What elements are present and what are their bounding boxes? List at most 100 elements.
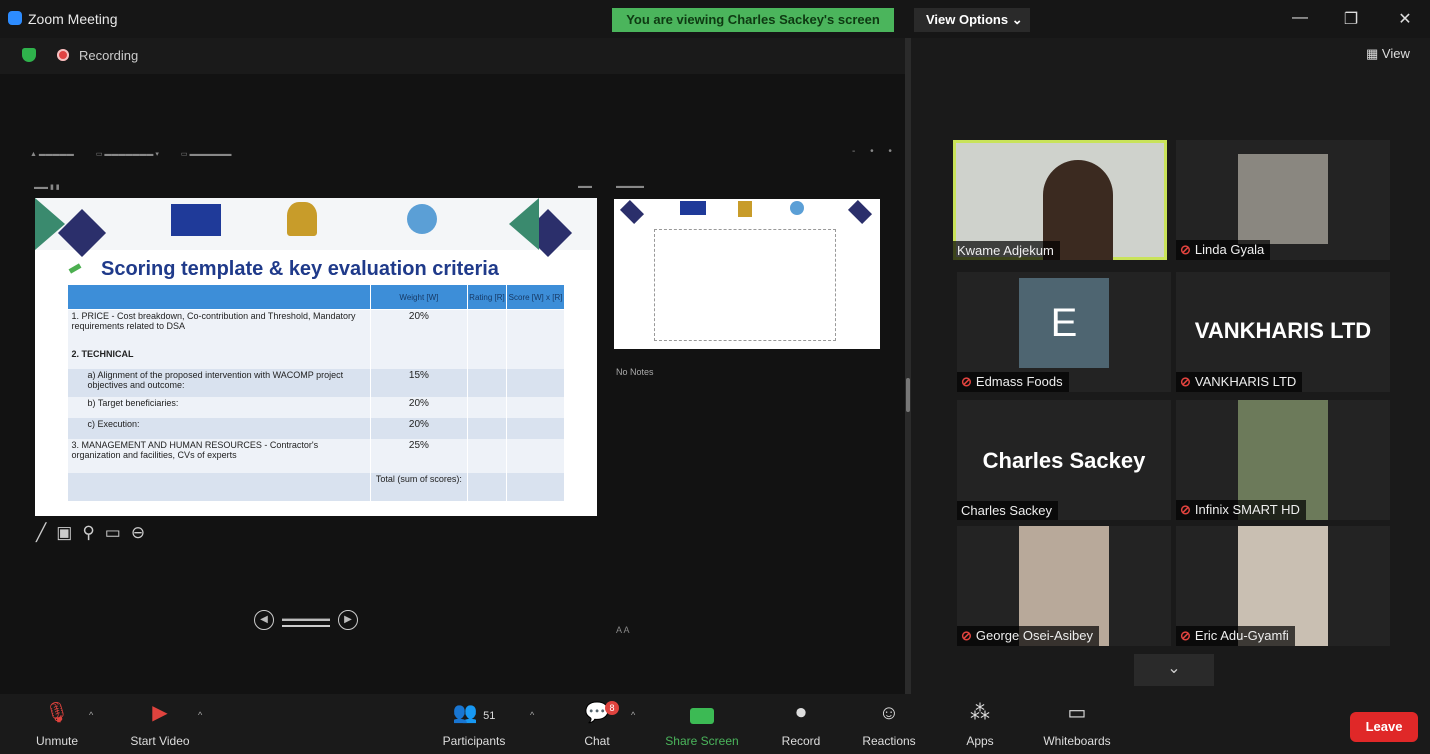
eu-flag-logo — [171, 204, 221, 236]
table-cell — [370, 347, 468, 369]
leave-button[interactable]: Leave — [1350, 712, 1418, 742]
participants-options-caret[interactable]: ^ — [530, 710, 534, 720]
video-tile[interactable]: Kwame Adjekum — [953, 140, 1167, 260]
next-slide-icon[interactable]: ▶ — [338, 610, 358, 630]
table-cell: 3. MANAGEMENT AND HUMAN RESOURCES - Cont… — [67, 438, 371, 473]
participant-name: ⊘ Eric Adu-Gyamfi — [1176, 626, 1295, 646]
apps-icon: ⁂ — [970, 702, 990, 724]
slide-navigation: ◀ ▬▬▬▬▬▬ ▶ — [254, 610, 358, 630]
view-options-button[interactable]: View Options ⌄ — [914, 8, 1030, 32]
pen-icon[interactable]: ╱ — [36, 523, 56, 542]
share-screen-button[interactable]: Share Screen — [660, 694, 744, 748]
restore-icon[interactable]: ❐ — [1336, 9, 1366, 29]
video-tile[interactable]: ⊘ George Osei-Asibey — [957, 526, 1171, 646]
whiteboards-button[interactable]: ▭ Whiteboards — [1034, 694, 1120, 748]
video-tile[interactable]: VANKHARIS LTD ⊘ VANKHARIS LTD — [1176, 272, 1390, 392]
video-tile[interactable]: ⊘ Linda Gyala — [1176, 140, 1390, 260]
resize-handle[interactable] — [906, 378, 910, 412]
screen-icon[interactable]: ▭ — [105, 523, 131, 542]
participant-name: ⊘ Infinix SMART HD — [1176, 500, 1306, 520]
security-shield-icon[interactable] — [22, 48, 36, 62]
window-title: Zoom Meeting — [28, 11, 118, 27]
table-cell: 15% — [370, 368, 468, 397]
table-cell: Total (sum of scores): — [370, 472, 468, 501]
table-cell: b) Target beneficiaries: — [67, 396, 371, 418]
record-icon: ⏺ — [796, 702, 806, 724]
grid-icon: ▦ — [1366, 46, 1382, 61]
slide-number: ▬▬▬▬▬▬ — [282, 614, 330, 627]
participant-name: ⊘ Linda Gyala — [1176, 240, 1271, 260]
slide-title: Scoring template & key evaluation criter… — [101, 258, 499, 280]
avatar: E — [1019, 278, 1109, 368]
meeting-toolbar: 🎙 Unmute ^ ▶ Start Video ^ 👥 51 Participant… — [0, 694, 1430, 754]
recording-icon[interactable] — [57, 49, 69, 61]
video-tile[interactable]: ⊘ Eric Adu-Gyamfi — [1176, 526, 1390, 646]
participant-name: ⊘ George Osei-Asibey — [957, 626, 1099, 646]
participant-name: Kwame Adjekum — [953, 241, 1060, 260]
muted-mic-icon: ⊘ — [1180, 502, 1191, 517]
chat-options-caret[interactable]: ^ — [631, 710, 635, 720]
table-cell: 1. PRICE - Cost breakdown, Co-contributi… — [67, 309, 371, 348]
display-name-large: Charles Sackey — [982, 448, 1146, 473]
un-logo — [407, 204, 437, 234]
table-header: Rating [R] — [466, 284, 508, 310]
title-bar: Zoom Meeting You are viewing Charles Sac… — [0, 0, 1430, 38]
chevron-down-icon: ⌄ — [1167, 660, 1181, 677]
presenter-menu-icon: - • • — [852, 146, 898, 157]
participant-name: ⊘ Edmass Foods — [957, 372, 1069, 392]
muted-mic-icon: ⊘ — [1180, 374, 1191, 389]
table-header: Score [W] x [R] — [506, 284, 565, 310]
smile-plus-icon: ☺ — [878, 702, 900, 724]
audio-options-caret[interactable]: ^ — [89, 710, 93, 720]
start-video-button[interactable]: ▶ Start Video — [118, 694, 202, 748]
table-cell: 20% — [370, 417, 468, 439]
corner-shape-left — [35, 198, 65, 250]
notes-font-controls[interactable]: A A — [616, 625, 630, 635]
speaker-notes: No Notes — [616, 367, 654, 377]
video-tile[interactable]: Charles Sackey Charles Sackey — [957, 400, 1171, 520]
table-cell: a) Alignment of the proposed interventio… — [67, 368, 371, 397]
record-button[interactable]: ⏺ Record — [776, 694, 826, 748]
next-slide-preview — [614, 199, 880, 349]
zoom-icon[interactable]: ⚲ — [82, 523, 104, 542]
table-header — [67, 284, 371, 310]
scroll-down-button[interactable]: ⌄ — [1134, 654, 1214, 686]
reactions-button[interactable]: ☺ Reactions — [856, 694, 922, 748]
muted-mic-icon: ⊘ — [961, 374, 972, 389]
display-name-large: VANKHARIS LTD — [1194, 318, 1372, 343]
previous-slide-icon[interactable]: ◀ — [254, 610, 274, 630]
share-screen-icon — [660, 694, 744, 724]
scoring-table: Weight [W] Rating [R] Score [W] x [R] 1.… — [67, 284, 565, 501]
presenter-toolbar: ▲ ▬▬▬▬▬ ▭ ▬▬▬▬▬▬▬ ▾ ▭ ▬▬▬▬▬▬ — [30, 151, 232, 158]
laser-icon[interactable]: ▣ — [56, 523, 82, 542]
participants-icon: 👥 51 — [452, 702, 496, 724]
apps-button[interactable]: ⁂ Apps — [958, 694, 1002, 748]
slide-timer: ▬▬ ▮ ▮ — [34, 184, 60, 191]
ghana-coat-of-arms-logo — [287, 202, 317, 236]
table-cell: 20% — [370, 396, 468, 418]
more-icon[interactable]: ⊖ — [131, 523, 155, 542]
flowchart-thumbnail — [654, 229, 836, 341]
next-slide-label: ▬▬▬▬ — [616, 183, 644, 190]
participant-name: ⊘ VANKHARIS LTD — [1176, 372, 1303, 392]
participants-button[interactable]: 👥 51 Participants — [432, 694, 516, 748]
participant-name: Charles Sackey — [957, 501, 1059, 520]
muted-mic-icon: ⊘ — [1180, 242, 1191, 257]
minimize-icon[interactable]: — — [1285, 9, 1315, 27]
video-options-caret[interactable]: ^ — [198, 710, 202, 720]
chat-unread-badge: 8 — [605, 701, 619, 715]
table-cell: 2. TECHNICAL — [67, 347, 371, 369]
title-accent-icon — [68, 263, 82, 274]
viewing-screen-banner: You are viewing Charles Sackey's screen — [612, 8, 894, 32]
video-tile[interactable]: E ⊘ Edmass Foods — [957, 272, 1171, 392]
table-cell: c) Execution: — [67, 417, 371, 439]
unmute-button[interactable]: 🎙 Unmute — [22, 694, 92, 748]
corner-shape-right — [509, 198, 539, 250]
muted-mic-icon: ⊘ — [1180, 628, 1191, 643]
video-tile[interactable]: ⊘ Infinix SMART HD — [1176, 400, 1390, 520]
muted-mic-icon: 🎙 — [44, 702, 70, 724]
annotation-tools: ╱▣⚲▭⊖ — [36, 523, 155, 543]
gallery-view-button[interactable]: ▦ View — [1366, 46, 1410, 62]
close-icon[interactable]: ✕ — [1390, 9, 1420, 29]
muted-mic-icon: ⊘ — [961, 628, 972, 643]
